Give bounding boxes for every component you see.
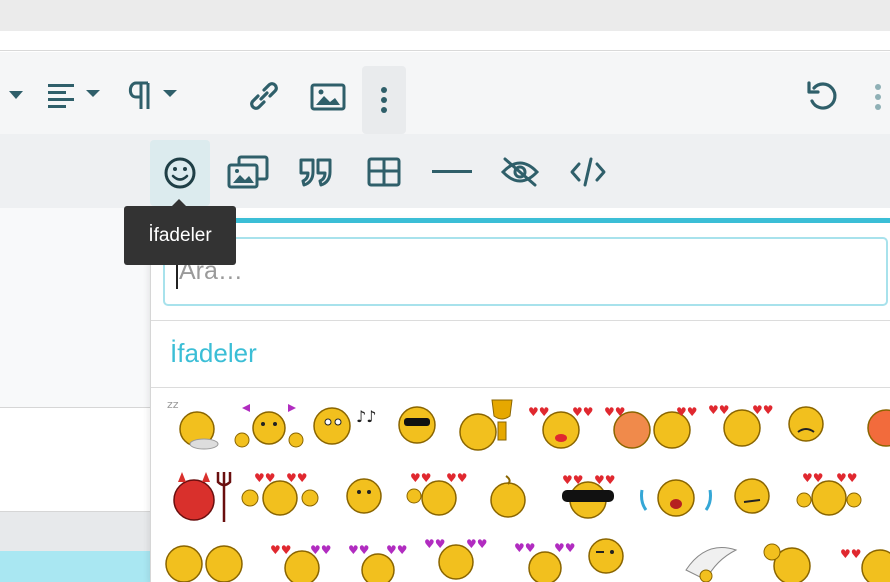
svg-text:♥♥: ♥♥ [840,547,862,561]
sunglasses-smiley-icon[interactable] [396,404,438,446]
svg-text:♪♪: ♪♪ [356,407,376,426]
dancing-smiley-icon[interactable]: ♥♥ ♥♥ [420,536,492,582]
editor-top-strip [0,31,890,51]
align-left-icon [48,84,100,108]
undo-icon [807,81,837,110]
waving-smiley-icon[interactable]: ♥♥ ♥♥ [404,470,474,520]
svg-text:♥♥: ♥♥ [802,471,824,485]
gallery-icon [227,155,269,189]
jumping-smiley-icon[interactable]: ♥♥ ♥♥ [512,540,578,582]
vertical-dots-icon [381,87,387,113]
happy-smiley-icon[interactable]: ♥♥ ♥♥ [346,542,410,582]
spoiler-button[interactable] [496,150,544,194]
svg-text:♥♥: ♥♥ [348,543,370,557]
love-smiley-icon[interactable]: ♥♥ ♥♥ [528,402,594,452]
svg-text:♥♥: ♥♥ [466,537,488,551]
align-button[interactable] [44,76,104,114]
svg-text:♥♥: ♥♥ [604,405,626,419]
emoji-button[interactable] [150,140,210,206]
link-icon [250,82,278,110]
trophy-smiley-icon[interactable] [454,398,520,452]
svg-text:♥♥: ♥♥ [676,405,698,419]
divider [151,320,890,321]
clapping-smiley-icon[interactable]: ♥♥ ♥♥ [240,472,320,522]
emoji-search-input[interactable] [163,237,888,306]
horizontal-line-button[interactable] [428,150,476,194]
table-icon [367,157,401,187]
svg-text:♥♥: ♥♥ [528,405,550,419]
paragraph-format-button[interactable] [124,76,184,114]
excited-smiley-icon[interactable]: ♥♥ ♥♥ [794,470,864,520]
vertical-dots-icon [875,84,881,110]
submit-bar[interactable] [0,551,150,582]
emoji-category-title: İfadeler [170,338,257,368]
caret-down-icon[interactable] [6,82,26,108]
svg-text:♥♥: ♥♥ [286,472,308,485]
quote-icon [299,158,332,187]
svg-text:♥♥: ♥♥ [446,471,468,485]
hugging-smiley-icon[interactable]: ♥♥ ♥♥ [264,540,340,582]
editor-toolbar-primary [0,52,890,134]
friends-smiley-icon[interactable] [162,538,246,582]
svg-text:♥♥: ♥♥ [572,405,594,419]
eye-slash-icon [500,157,540,187]
thinking-smiley-icon[interactable] [732,476,772,516]
svg-text:♥♥: ♥♥ [310,543,332,557]
neutral-smiley-icon[interactable] [344,476,384,516]
editor-lower-area [0,409,150,511]
couple-smiley-icon[interactable]: ♥♥ ♥♥ [604,402,700,452]
divider [151,387,890,388]
thumbs-smiley-icon[interactable] [762,538,816,582]
partial-smiley-icon[interactable]: ♥♥ [840,540,890,582]
svg-text:♥♥: ♥♥ [562,473,584,487]
cool-smiley-icon[interactable]: ♥♥ ♥♥ [556,472,620,522]
gallery-button[interactable] [224,150,272,194]
svg-text:♥♥: ♥♥ [554,541,576,555]
svg-text:♥♥: ♥♥ [594,473,616,487]
table-button[interactable] [360,150,408,194]
emoji-tooltip: İfadeler [124,206,236,265]
link-button[interactable] [243,76,285,116]
code-button[interactable] [564,150,612,194]
svg-text:♥♥: ♥♥ [514,541,536,555]
image-icon [310,83,346,111]
sleeping-smiley-icon[interactable]: zz [164,396,224,454]
smiley-icon [164,157,196,189]
svg-text:♥♥: ♥♥ [270,543,292,557]
whistling-smiley-icon[interactable]: ♪♪ [310,402,382,448]
wink-smiley-icon[interactable] [586,536,626,576]
svg-text:♥♥: ♥♥ [424,537,446,551]
svg-text:♥♥: ♥♥ [410,471,432,485]
horizontal-line-icon [432,170,472,173]
svg-text:♥♥: ♥♥ [836,471,858,485]
sad-smiley-icon[interactable] [786,404,826,444]
confused-smiley-icon[interactable] [488,472,530,520]
editor-footer-bar [0,511,150,551]
devil-smiley-icon[interactable] [166,468,232,524]
overflow-button[interactable] [868,80,888,114]
svg-text:♥♥: ♥♥ [708,403,730,417]
cheering-smiley-icon[interactable] [234,400,304,452]
partial-smiley-icon[interactable] [860,404,890,450]
svg-text:♥♥: ♥♥ [386,543,408,557]
browser-top-bar [0,0,890,31]
svg-text:♥♥: ♥♥ [752,403,774,417]
undo-button[interactable] [800,76,844,116]
editor-toolbar-secondary [0,134,890,208]
blushing-smiley-icon[interactable]: ♥♥ ♥♥ [708,400,776,450]
bird-smiley-icon[interactable] [676,540,746,582]
code-icon [570,157,606,187]
svg-text:♥♥: ♥♥ [254,472,276,485]
emoji-picker-accent-line [150,218,890,223]
pilcrow-icon [128,81,177,109]
image-button[interactable] [306,78,350,116]
quote-button[interactable] [292,150,340,194]
svg-text:zz: zz [167,398,179,411]
more-options-button[interactable] [362,66,406,134]
crying-smiley-icon[interactable] [636,472,716,522]
